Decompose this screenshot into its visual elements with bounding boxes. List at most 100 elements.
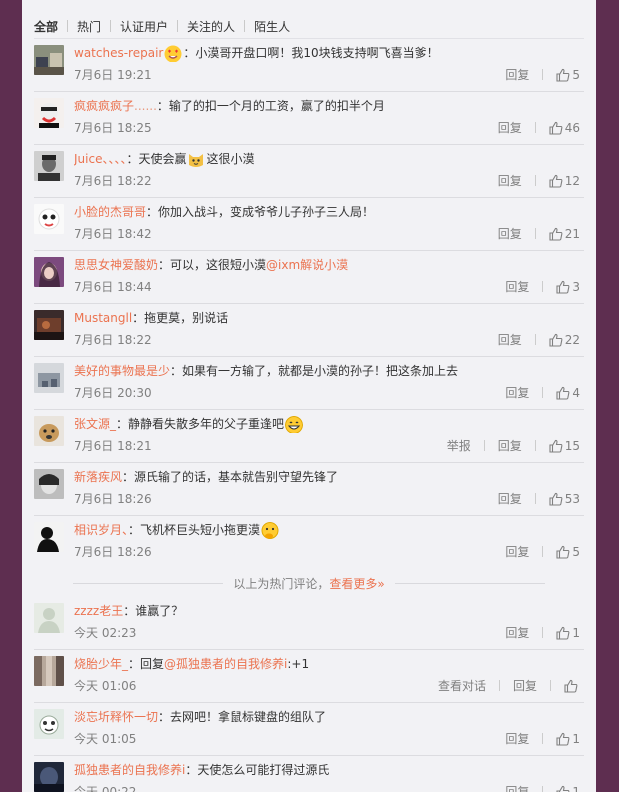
user-avatar[interactable] <box>34 45 64 75</box>
comment-text: ：小漠哥开盘口啊！我10块钱支持啊飞喜当爹！ <box>183 46 439 60</box>
comment-panel: 全部 热门 认证用户 关注的人 陌生人 watches-repair ：小漠哥开盘… <box>22 0 596 792</box>
comment-time: 今天 01:05 <box>74 732 137 746</box>
like-count: 53 <box>564 491 580 506</box>
reply-button[interactable]: 回复 <box>505 730 529 747</box>
reply-button[interactable]: 回复 <box>513 677 537 694</box>
comment-text-tail: 这很小漠 <box>206 152 255 166</box>
comment-username[interactable]: 思思女神爱酸奶 <box>74 258 158 272</box>
view-conversation-button[interactable]: 查看对话 <box>438 677 486 694</box>
comment-text: ：你加入战斗，变成爷爷儿子孙子三人局！ <box>146 205 375 219</box>
view-more-link[interactable]: 查看更多» <box>329 577 384 591</box>
reply-button[interactable]: 回复 <box>498 225 522 242</box>
comment-username[interactable]: Mustangll <box>74 311 132 325</box>
comment-username[interactable]: 小脸的杰哥哥 <box>74 205 146 219</box>
comment-text-tail: :+1 <box>287 657 310 671</box>
comment-username[interactable]: watches-repair <box>74 46 163 60</box>
like-button[interactable]: 53 <box>549 492 580 506</box>
user-avatar[interactable] <box>34 603 64 633</box>
like-button[interactable]: 1 <box>556 732 580 746</box>
report-button[interactable]: 举报 <box>447 437 471 454</box>
like-count: 3 <box>572 279 580 294</box>
like-count: 46 <box>564 120 580 135</box>
like-button[interactable] <box>564 679 580 693</box>
user-avatar[interactable] <box>34 310 64 340</box>
like-button[interactable]: 5 <box>556 68 580 82</box>
like-count: 21 <box>564 226 580 241</box>
reply-button[interactable]: 回复 <box>505 278 529 295</box>
comment-username[interactable]: zzzz老王 <box>74 604 123 618</box>
comment-username[interactable]: 张文源_ <box>74 417 116 431</box>
tab-all[interactable]: 全部 <box>34 18 67 35</box>
reply-button[interactable]: 回复 <box>505 384 529 401</box>
comment-actions: 回复 3 <box>505 278 580 295</box>
username-suffix: ...... <box>134 99 157 113</box>
comment-username[interactable]: Juice、、、、 <box>74 152 126 166</box>
comment-username[interactable]: 孤独患者的自我修养i <box>74 763 185 777</box>
user-avatar[interactable] <box>34 656 64 686</box>
mention-link[interactable]: @孤独患者的自我修养i <box>164 657 287 671</box>
comment-username[interactable]: 淡忘圻释怀一切 <box>74 710 158 724</box>
user-avatar[interactable] <box>34 151 64 181</box>
comment-username[interactable]: 烧胎少年_ <box>74 657 128 671</box>
comment-line: 疯疯疯疯子......：输了的扣一个月的工资，赢了的扣半个月 <box>74 97 584 115</box>
comment-actions: 回复 1 <box>505 783 580 792</box>
like-button[interactable]: 46 <box>549 121 580 135</box>
reply-button[interactable]: 回复 <box>505 66 529 83</box>
comment-actions: 回复 21 <box>498 225 580 242</box>
reply-button[interactable]: 回复 <box>498 490 522 507</box>
comment-username[interactable]: 疯疯疯疯子 <box>74 99 134 113</box>
mention-link[interactable]: @ixm解说小漠 <box>266 258 348 272</box>
like-button[interactable]: 3 <box>556 280 580 294</box>
like-button[interactable]: 12 <box>549 174 580 188</box>
action-separator <box>534 122 536 133</box>
comment-time: 7月6日 18:42 <box>74 227 152 241</box>
reply-button[interactable]: 回复 <box>498 437 522 454</box>
comment-text: ：去网吧！拿鼠标键盘的组队了 <box>158 710 327 724</box>
comment-line: 美好的事物最是少：如果有一方输了，就都是小漠的孙子！把这条加上去 <box>74 362 584 380</box>
tab-verified[interactable]: 认证用户 <box>111 18 177 35</box>
user-avatar[interactable] <box>34 709 64 739</box>
comment-line: 新落疾风：源氏输了的话，基本就告别守望先锋了 <box>74 468 584 486</box>
action-separator <box>534 175 536 186</box>
comment-actions: 回复 12 <box>498 172 580 189</box>
user-avatar[interactable] <box>34 522 64 552</box>
comment-text: ：天使会赢 <box>126 152 187 166</box>
divider-line <box>73 582 224 584</box>
comment-time: 7月6日 18:26 <box>74 492 152 506</box>
user-avatar[interactable] <box>34 204 64 234</box>
reply-button[interactable]: 回复 <box>498 331 522 348</box>
comment-time: 今天 01:06 <box>74 679 137 693</box>
reply-button[interactable]: 回复 <box>498 172 522 189</box>
user-avatar[interactable] <box>34 257 64 287</box>
user-avatar[interactable] <box>34 762 64 792</box>
user-avatar[interactable] <box>34 469 64 499</box>
like-count: 5 <box>572 544 580 559</box>
like-button[interactable]: 5 <box>556 545 580 559</box>
like-count: 12 <box>564 173 580 188</box>
comment-username[interactable]: 相识岁月、 <box>74 523 128 537</box>
like-button[interactable]: 21 <box>549 227 580 241</box>
reply-button[interactable]: 回复 <box>505 624 529 641</box>
comment-row: Juice、、、、：天使会赢 这很小漠 7月6日 18:22 回复 12 <box>34 145 584 198</box>
comment-username[interactable]: 新落疾风 <box>74 470 122 484</box>
comment-username[interactable]: 美好的事物最是少 <box>74 364 170 378</box>
tab-following[interactable]: 关注的人 <box>178 18 244 35</box>
user-avatar[interactable] <box>34 98 64 128</box>
like-count: 15 <box>564 438 580 453</box>
like-button[interactable]: 4 <box>556 386 580 400</box>
reply-button[interactable]: 回复 <box>498 119 522 136</box>
reply-button[interactable]: 回复 <box>505 543 529 560</box>
user-avatar[interactable] <box>34 416 64 446</box>
tab-hot[interactable]: 热门 <box>68 18 110 35</box>
hot-divider-label: 以上为热门评论，查看更多» <box>233 575 384 592</box>
user-avatar[interactable] <box>34 363 64 393</box>
like-button[interactable]: 1 <box>556 785 580 792</box>
like-button[interactable]: 1 <box>556 626 580 640</box>
tab-strangers[interactable]: 陌生人 <box>245 18 299 35</box>
like-button[interactable]: 15 <box>549 439 580 453</box>
comment-list: watches-repair ：小漠哥开盘口啊！我10块钱支持啊飞喜当爹！ 7月6日… <box>34 39 584 792</box>
reply-button[interactable]: 回复 <box>505 783 529 792</box>
comment-actions: 查看对话 回复 <box>438 677 580 694</box>
like-count: 22 <box>564 332 580 347</box>
like-button[interactable]: 22 <box>549 333 580 347</box>
